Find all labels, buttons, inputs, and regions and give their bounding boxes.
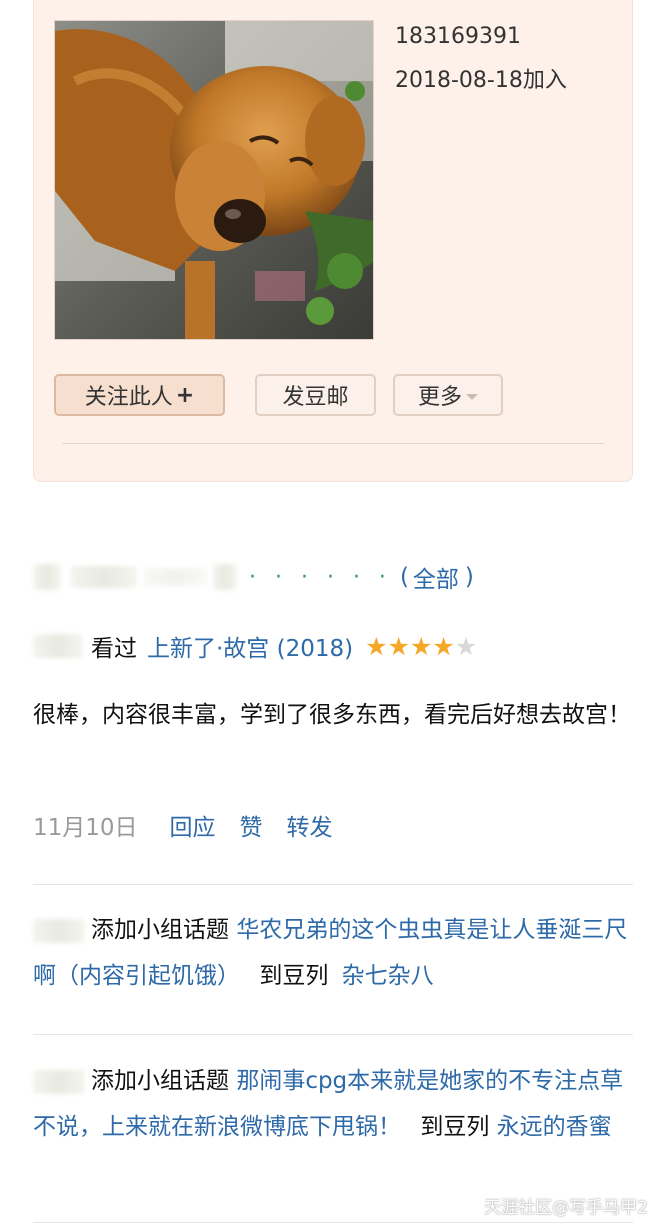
all-link[interactable]: 全部 <box>413 560 459 594</box>
to-list-label: 到豆列 <box>259 963 329 989</box>
activity-meta: 11月10日 回应 赞 转发 <box>33 808 357 842</box>
send-mail-button[interactable]: 发豆邮 <box>255 374 376 416</box>
more-button[interactable]: 更多 <box>393 374 503 416</box>
activity-verb: 添加小组话题 <box>91 1068 229 1094</box>
watermark: 天涯社区@写手马甲2 <box>484 1198 648 1218</box>
divider <box>62 443 604 444</box>
avatar[interactable] <box>54 20 374 340</box>
more-label: 更多 <box>417 385 462 410</box>
to-list-label: 到豆列 <box>420 1114 490 1140</box>
follow-label: 关注此人 <box>84 385 173 410</box>
broadcast-header: · · · · · · ( 全部 ) <box>33 560 474 594</box>
redacted-username <box>33 634 83 658</box>
doulist-link[interactable]: 永远的香蜜 <box>497 1114 612 1140</box>
activity-date: 11月10日 <box>33 815 138 841</box>
activity-verb: 添加小组话题 <box>91 917 229 943</box>
redacted-name <box>143 568 207 586</box>
activity-group-topic: 添加小组话题 那闹事cpg本来就是她家的不专注点草不说，上来就在新浪微博底下甩锅… <box>33 1058 633 1150</box>
reply-link[interactable]: 回应 <box>170 808 216 842</box>
send-mail-label: 发豆邮 <box>282 385 349 410</box>
star-icon: ★ <box>454 631 478 661</box>
star-icon: ★ <box>409 631 433 661</box>
user-id: 183169391 <box>395 24 521 49</box>
star-icon: ★ <box>432 631 455 661</box>
doulist-link[interactable]: 杂七杂八 <box>342 963 434 989</box>
review-text: 很棒，内容很丰富，学到了很多东西，看完后好想去故宫！ <box>33 702 631 728</box>
movie-title-link[interactable]: 上新了·故宫 (2018) <box>147 629 353 663</box>
follow-button[interactable]: 关注此人 + <box>54 374 225 416</box>
share-link[interactable]: 转发 <box>287 808 333 842</box>
divider <box>33 1222 633 1223</box>
redacted-name <box>213 564 237 590</box>
divider <box>33 1034 633 1035</box>
activity-group-topic: 添加小组话题 华农兄弟的这个虫虫真是让人垂涎三尺啊（内容引起饥饿） 到豆列 杂七… <box>33 907 633 999</box>
like-link[interactable]: 赞 <box>240 808 263 842</box>
redacted-name <box>33 564 61 590</box>
activity-watched: 看过 上新了·故宫 (2018) ★ ★ ★ ★ ★ <box>33 628 477 664</box>
dots-separator: · · · · · · <box>249 564 392 590</box>
star-icon: ★ <box>365 631 388 661</box>
profile-card: 183169391 2018-08-18加入 关注此人 + 发豆邮 更多 <box>33 0 633 482</box>
redacted-username <box>33 918 85 943</box>
plus-icon: + <box>175 382 195 408</box>
star-icon: ★ <box>387 631 410 661</box>
rating-stars: ★ ★ ★ ★ ★ <box>365 634 477 659</box>
divider <box>33 884 633 885</box>
chevron-down-icon <box>466 394 478 400</box>
activity-verb: 看过 <box>91 636 137 662</box>
dog-photo-icon <box>55 21 373 339</box>
paren-close: ) <box>464 564 474 590</box>
redacted-name <box>71 566 137 588</box>
redacted-username <box>33 1069 85 1094</box>
join-date: 2018-08-18加入 <box>395 68 567 93</box>
paren-open: ( <box>399 564 409 590</box>
